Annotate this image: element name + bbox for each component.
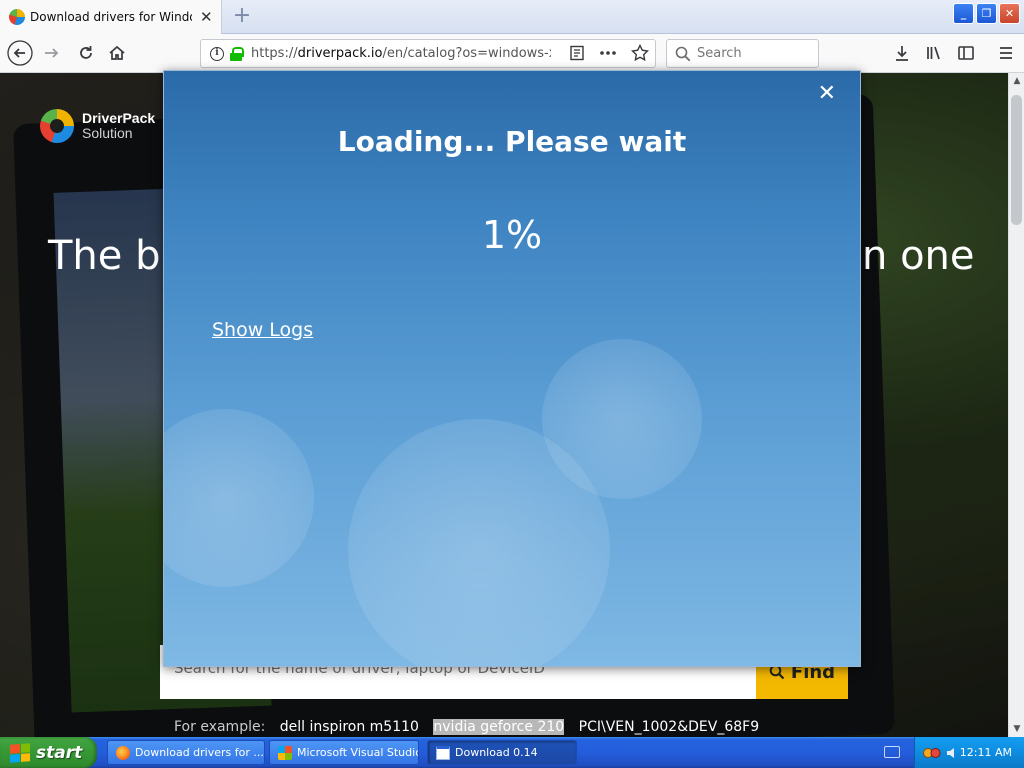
- start-button[interactable]: start: [0, 737, 97, 768]
- start-label: start: [36, 742, 83, 763]
- tab-title: Download drivers for Windows XP: [30, 10, 192, 24]
- keyboard-layout-icon[interactable]: [884, 746, 900, 758]
- examples-label: For example:: [174, 719, 266, 735]
- url-host: driverpack.io: [297, 46, 383, 61]
- info-icon[interactable]: i: [210, 46, 224, 61]
- search-box[interactable]: [666, 39, 819, 68]
- minimize-button[interactable]: _: [953, 3, 974, 24]
- back-arrow-icon: [7, 40, 33, 66]
- home-icon: [109, 45, 125, 60]
- reload-button[interactable]: [72, 39, 100, 67]
- reload-icon: [80, 46, 92, 59]
- logo-subtitle: Solution: [82, 125, 133, 141]
- back-button[interactable]: [6, 39, 34, 67]
- url-text[interactable]: https://driverpack.io/en/catalog?os=wind…: [251, 46, 551, 61]
- bokeh-circle: [542, 339, 702, 499]
- scrollbar-thumb[interactable]: [1011, 95, 1022, 225]
- menu-button[interactable]: [992, 39, 1020, 67]
- sidebar-button[interactable]: [952, 39, 980, 67]
- window-controls: _ ❐ ✕: [953, 3, 1020, 24]
- modal-close-icon[interactable]: ✕: [818, 81, 836, 106]
- example-link[interactable]: dell inspiron m5110: [280, 719, 419, 735]
- scroll-down-arrow-icon[interactable]: ▼: [1009, 721, 1024, 737]
- browser-tab-strip: Download drivers for Windows XP ✕ + _ ❐ …: [0, 0, 1024, 34]
- taskbar-item-download[interactable]: Download 0.14: [427, 740, 577, 765]
- download-icon: [896, 46, 908, 61]
- search-input[interactable]: [697, 46, 807, 61]
- url-path: /en/catalog?os=windows-xp: [382, 46, 551, 61]
- example-link[interactable]: nvidia geforce 210: [433, 719, 565, 735]
- taskbar-clock[interactable]: 12:11 AM: [960, 746, 1012, 759]
- forward-arrow-icon: [45, 48, 59, 58]
- taskbar-item-visual-studio[interactable]: Microsoft Visual Studio: [269, 740, 419, 765]
- taskbar-item-label: Download drivers for ...: [135, 746, 264, 759]
- logo-name: DriverPack: [82, 110, 156, 127]
- browser-tab[interactable]: Download drivers for Windows XP ✕: [0, 0, 222, 34]
- url-scheme: https://: [251, 46, 298, 61]
- browser-nav-bar: i https://driverpack.io/en/catalog?os=wi…: [0, 34, 1024, 73]
- home-button[interactable]: [103, 39, 131, 67]
- hero-heading-right: n one: [862, 233, 975, 279]
- hamburger-menu-icon: [1000, 47, 1012, 59]
- scroll-up-arrow-icon[interactable]: ▲: [1009, 73, 1024, 89]
- system-tray: 12:11 AM: [914, 737, 1024, 768]
- example-link[interactable]: PCI\VEN_1002&DEV_68F9: [579, 719, 759, 735]
- library-button[interactable]: [920, 39, 948, 67]
- loading-modal: ✕ Loading... Please wait 1% Show Logs: [163, 70, 861, 667]
- taskbar-item-firefox[interactable]: Download drivers for ...: [107, 740, 265, 765]
- bokeh-circle: [164, 409, 314, 587]
- sidebar-icon: [958, 46, 974, 60]
- search-icon: [675, 46, 691, 61]
- lock-icon[interactable]: [230, 46, 244, 61]
- taskbar-item-label: Microsoft Visual Studio: [297, 746, 419, 759]
- windows-flag-icon: [10, 742, 30, 763]
- new-tab-button[interactable]: +: [230, 4, 254, 28]
- taskbar: start Download drivers for ... Microsoft…: [0, 737, 1024, 768]
- tab-close-icon[interactable]: ✕: [200, 9, 213, 25]
- driverpack-logo-icon: [40, 109, 74, 143]
- tray-volume-icon[interactable]: [945, 746, 959, 760]
- bookmark-star-icon[interactable]: [631, 44, 649, 62]
- url-bar-actions: [569, 44, 649, 62]
- visual-studio-icon: [278, 745, 292, 760]
- window-close-button[interactable]: ✕: [999, 3, 1020, 24]
- driverpack-favicon-icon: [9, 9, 25, 25]
- reader-view-icon[interactable]: [569, 45, 585, 61]
- page-actions-icon[interactable]: [599, 45, 617, 61]
- restore-button[interactable]: ❐: [976, 3, 997, 24]
- loading-title: Loading... Please wait: [337, 125, 687, 158]
- page-scrollbar[interactable]: ▲ ▼: [1008, 73, 1024, 737]
- driverpack-logo[interactable]: DriverPack Solution: [40, 109, 155, 143]
- download-button[interactable]: [888, 39, 916, 67]
- firefox-icon: [116, 745, 130, 760]
- loading-percent: 1%: [481, 213, 543, 257]
- toolbar-icons: [888, 39, 1020, 67]
- window-icon: [436, 745, 450, 760]
- forward-button[interactable]: [38, 39, 66, 67]
- screen: Download drivers for Windows XP ✕ + _ ❐ …: [0, 0, 1024, 768]
- library-icon: [927, 46, 940, 60]
- show-logs-link[interactable]: Show Logs: [212, 319, 313, 341]
- url-bar[interactable]: i https://driverpack.io/en/catalog?os=wi…: [200, 39, 656, 68]
- tray-network-icon[interactable]: [923, 746, 941, 760]
- taskbar-item-label: Download 0.14: [455, 746, 538, 759]
- search-examples: For example: dell inspiron m5110 nvidia …: [174, 719, 759, 735]
